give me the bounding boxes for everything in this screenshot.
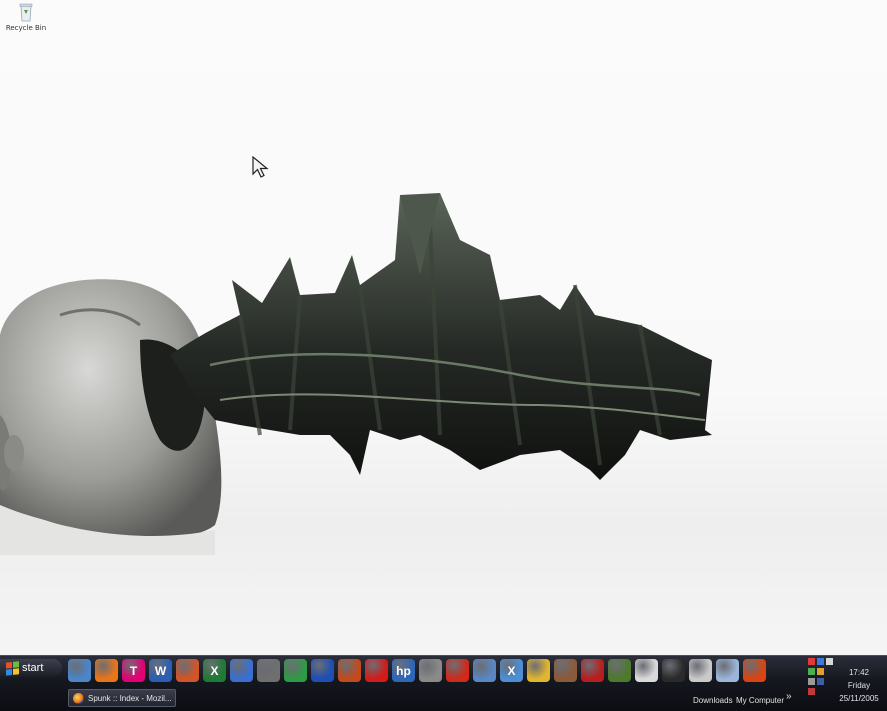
- clock-day: Friday: [847, 681, 871, 690]
- tray-app-icon[interactable]: [808, 688, 815, 695]
- powerpoint-icon[interactable]: [176, 659, 199, 682]
- steam-icon[interactable]: [662, 659, 685, 682]
- quick-launch-glyph: T: [129, 663, 138, 678]
- recycle-bin-shortcut[interactable]: Recycle Bin: [4, 2, 48, 32]
- taskbar-button-label: Spunk :: Index - Mozil...: [88, 693, 172, 703]
- my-computer-toolbar[interactable]: My Computer: [736, 696, 784, 705]
- bluetooth-icon[interactable]: [311, 659, 334, 682]
- shield-game-icon[interactable]: [743, 659, 766, 682]
- quick-launch-glyph: hp: [396, 663, 411, 678]
- paint-icon[interactable]: [338, 659, 361, 682]
- firefox-icon[interactable]: [95, 659, 118, 682]
- desktop[interactable]: Recycle Bin: [0, 0, 887, 655]
- t-mobile-icon[interactable]: T: [122, 659, 145, 682]
- clock-date: 25/11/2005: [839, 694, 879, 703]
- x-app-icon[interactable]: X: [500, 659, 523, 682]
- taskbar: start T W Xhp X Spunk :: Index - Mozil... D…: [0, 655, 887, 711]
- quick-launch-glyph: X: [507, 663, 516, 678]
- show-desktop-icon[interactable]: [68, 659, 91, 682]
- window-app-icon[interactable]: [473, 659, 496, 682]
- wings-game-2-icon[interactable]: [716, 659, 739, 682]
- quake-icon[interactable]: [608, 659, 631, 682]
- pen-tool-icon[interactable]: [419, 659, 442, 682]
- wings-game-icon[interactable]: [689, 659, 712, 682]
- crosshair-game-icon[interactable]: [581, 659, 604, 682]
- media-player-icon[interactable]: [230, 659, 253, 682]
- tray-alert-icon[interactable]: [808, 658, 815, 665]
- system-tray: [808, 658, 834, 698]
- tray-network-icon[interactable]: [817, 658, 824, 665]
- taskbar-button-firefox[interactable]: Spunk :: Index - Mozil...: [68, 689, 176, 707]
- tray-volume-icon[interactable]: [826, 658, 833, 665]
- mouse-pointer-icon: [252, 155, 272, 185]
- game-character-icon[interactable]: [554, 659, 577, 682]
- wolf-game-icon[interactable]: [635, 659, 658, 682]
- clock-time: 17:42: [848, 668, 870, 677]
- quick-launch-glyph: W: [154, 663, 167, 678]
- start-button[interactable]: start: [0, 659, 62, 677]
- firefox-icon: [73, 692, 84, 704]
- acrobat-icon[interactable]: [365, 659, 388, 682]
- clock[interactable]: 17:42 Friday 25/11/2005: [834, 666, 884, 705]
- quick-launch-bar: T W Xhp X: [68, 659, 766, 682]
- recycle-bin-icon: [18, 2, 34, 22]
- hammer-icon[interactable]: [446, 659, 469, 682]
- hp-icon[interactable]: hp: [392, 659, 415, 682]
- cd-burner-icon[interactable]: [284, 659, 307, 682]
- recycle-bin-label: Recycle Bin: [5, 24, 47, 32]
- tray-device-icon[interactable]: [808, 678, 815, 685]
- windows-logo-icon: [6, 661, 19, 676]
- start-label: start: [22, 662, 44, 674]
- wallpaper-artwork: [0, 185, 760, 560]
- tray-messenger-icon[interactable]: [817, 678, 824, 685]
- tray-update-icon[interactable]: [817, 668, 824, 675]
- downloads-toolbar[interactable]: Downloads: [693, 696, 733, 705]
- tray-antivirus-icon[interactable]: [808, 668, 815, 675]
- word-icon[interactable]: W: [149, 659, 172, 682]
- excel-icon[interactable]: X: [203, 659, 226, 682]
- toolbar-chevron[interactable]: »: [786, 691, 792, 702]
- scanner-icon[interactable]: [257, 659, 280, 682]
- connect-icon[interactable]: [527, 659, 550, 682]
- quick-launch-glyph: X: [210, 663, 219, 678]
